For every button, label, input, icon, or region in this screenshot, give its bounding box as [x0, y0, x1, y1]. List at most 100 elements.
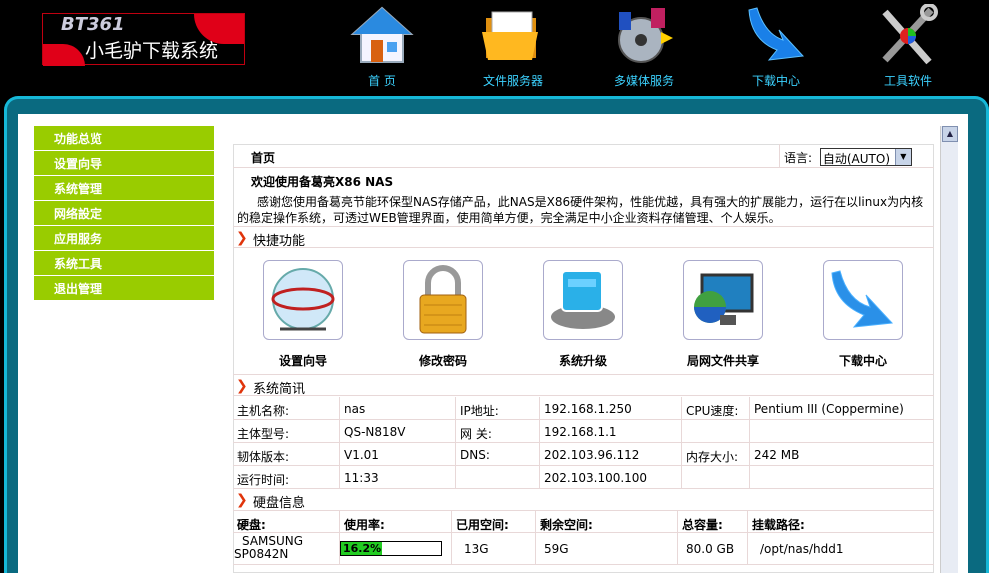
info-value: [749, 420, 934, 442]
vertical-scrollbar[interactable]: ▲: [940, 126, 958, 573]
disk-section-header: ❯ 硬盘信息: [233, 489, 934, 511]
info-value: nas: [339, 397, 455, 419]
table-row: 主机名称: nas IP地址: 192.168.1.250 CPU速度: Pen…: [233, 397, 934, 420]
nav-label: 工具软件: [883, 74, 932, 88]
info-value: 202.103.100.100: [539, 466, 681, 488]
quick-label: 修改密码: [418, 354, 467, 368]
sidebar-item-logout[interactable]: 退出管理: [34, 276, 214, 301]
table-row: 韧体版本: V1.01 DNS: 202.103.96.112 内存大小: 24…: [233, 443, 934, 466]
sidebar-item-network-settings[interactable]: 网络設定: [34, 201, 214, 226]
info-value: 242 MB: [749, 443, 934, 465]
quick-label: 下载中心: [838, 354, 887, 368]
language-selector: 语言: 自动(AUTO) ▼: [779, 144, 934, 167]
page-title: 首页: [251, 151, 276, 165]
quick-label: 系统升级: [558, 354, 607, 368]
sysinfo-section-header: ❯ 系统简讯: [233, 374, 934, 397]
nav-home[interactable]: 首 页: [332, 4, 432, 89]
quick-label: 设置向导: [278, 354, 327, 368]
disk-free: 59G: [535, 533, 681, 564]
disk-total: 80.0 GB: [677, 533, 749, 564]
quick-download-center-button[interactable]: [823, 260, 903, 340]
sysinfo-section-title: 系统简讯: [253, 382, 306, 397]
info-label: 运行时间:: [237, 473, 290, 487]
info-label: CPU速度:: [681, 397, 749, 419]
info-value: [749, 466, 934, 488]
welcome-title: 欢迎使用备葛亮X86 NAS: [251, 175, 394, 189]
logo-title: 小毛驴下载系统: [85, 40, 219, 62]
info-label: [681, 466, 749, 488]
folder-icon: [480, 4, 546, 66]
info-label: IP地址:: [455, 397, 539, 419]
sidebar-item-app-services[interactable]: 应用服务: [34, 226, 214, 251]
nav-label: 文件服务器: [482, 74, 543, 88]
language-value: 自动(AUTO): [822, 152, 891, 166]
language-select[interactable]: 自动(AUTO) ▼: [819, 148, 912, 166]
download-arrow-icon: [743, 4, 809, 66]
info-label: 网 关:: [455, 420, 539, 442]
disk-usage-fill: 16.2%: [341, 542, 382, 555]
info-label: 韧体版本:: [237, 450, 290, 464]
sidebar-item-system-tools[interactable]: 系统工具: [34, 251, 214, 276]
quick-lan-share-button[interactable]: [683, 260, 763, 340]
column-header: 总容量:: [677, 511, 749, 532]
nav-tools[interactable]: 工具软件: [858, 3, 958, 89]
column-header: 使用率:: [339, 511, 455, 532]
welcome-text: 感谢您使用备葛亮节能环保型NAS存储产品，此NAS是X86硬件架构，性能优越，具…: [237, 194, 933, 226]
download-arrow-icon: [824, 261, 902, 342]
language-label: 语言:: [784, 151, 813, 165]
table-row: 运行时间: 11:33 202.103.100.100: [233, 466, 934, 489]
scroll-up-icon[interactable]: ▲: [942, 126, 958, 142]
info-label: DNS:: [455, 443, 539, 465]
disk-section-title: 硬盘信息: [253, 496, 306, 511]
quick-section-title: 快捷功能: [253, 234, 306, 249]
info-value: V1.01: [339, 443, 455, 465]
network-share-icon: [684, 261, 762, 342]
top-banner: BT361 小毛驴下载系统 首 页 文件服务器 多媒体服务 下载中心 工具软件: [0, 0, 989, 95]
sidebar-item-system-management[interactable]: 系统管理: [34, 176, 214, 201]
quick-system-upgrade-button[interactable]: [543, 260, 623, 340]
header-row: 首页 语言: 自动(AUTO) ▼: [233, 144, 934, 168]
disk-name-line2: SP0842N: [234, 547, 289, 561]
logo-brand: BT361: [61, 14, 125, 35]
info-value: 192.168.1.250: [539, 397, 681, 419]
sidebar-item-overview[interactable]: 功能总览: [34, 126, 214, 151]
nav-label: 首 页: [368, 74, 396, 88]
info-value: 11:33: [339, 466, 455, 488]
quick-section-header: ❯ 快捷功能: [233, 226, 934, 249]
logo: BT361 小毛驴下载系统: [42, 13, 245, 66]
hard-drive-icon: [544, 261, 622, 342]
media-icon: [611, 4, 677, 66]
disk-header-row: 硬盘: 使用率: 已用空间: 剩余空间: 总容量: 挂载路径:: [233, 511, 934, 533]
disk-mount-path: /opt/nas/hdd1: [747, 533, 934, 564]
welcome-text-line1: 感谢您使用备葛亮节能环保型NAS存储产品，此NAS是X86硬件架构，性能优越，具…: [257, 195, 924, 209]
home-icon: [349, 4, 415, 66]
info-label: [455, 466, 539, 488]
nav-file-server[interactable]: 文件服务器: [463, 4, 563, 89]
info-value: Pentium III (Coppermine): [749, 397, 934, 419]
column-header: 剩余空间:: [535, 511, 681, 532]
disk-usage-text: 16.2%: [343, 542, 382, 555]
disk-name: SAMSUNG SP0842N: [233, 533, 339, 564]
nav-media[interactable]: 多媒体服务: [594, 4, 694, 89]
sidebar: 功能总览 设置向导 系统管理 网络設定 应用服务 系统工具 退出管理: [34, 126, 214, 301]
info-label: [681, 420, 749, 442]
sidebar-item-setup-wizard[interactable]: 设置向导: [34, 151, 214, 176]
nav-download[interactable]: 下载中心: [726, 4, 826, 89]
nav-label: 多媒体服务: [613, 74, 674, 88]
chevron-right-icon: ❯: [236, 230, 248, 246]
column-header: 硬盘:: [237, 518, 266, 532]
chevron-right-icon: ❯: [236, 378, 248, 394]
info-label: 内存大小:: [681, 443, 749, 465]
info-value: 192.168.1.1: [539, 420, 681, 442]
padlock-icon: [404, 261, 482, 342]
column-header: 已用空间:: [451, 511, 535, 532]
info-label: 主机名称:: [237, 404, 290, 418]
disk-usage-bar: 16.2%: [340, 541, 442, 556]
welcome-title-row: 欢迎使用备葛亮X86 NAS: [233, 168, 934, 192]
table-row: 主体型号: QS-N818V 网 关: 192.168.1.1: [233, 420, 934, 443]
quick-setup-wizard-button[interactable]: [263, 260, 343, 340]
nav-label: 下载中心: [751, 74, 800, 88]
table-row: SAMSUNG SP0842N 13G 59G 80.0 GB /opt/nas…: [233, 533, 934, 565]
quick-change-password-button[interactable]: [403, 260, 483, 340]
info-label: 主体型号:: [237, 427, 290, 441]
